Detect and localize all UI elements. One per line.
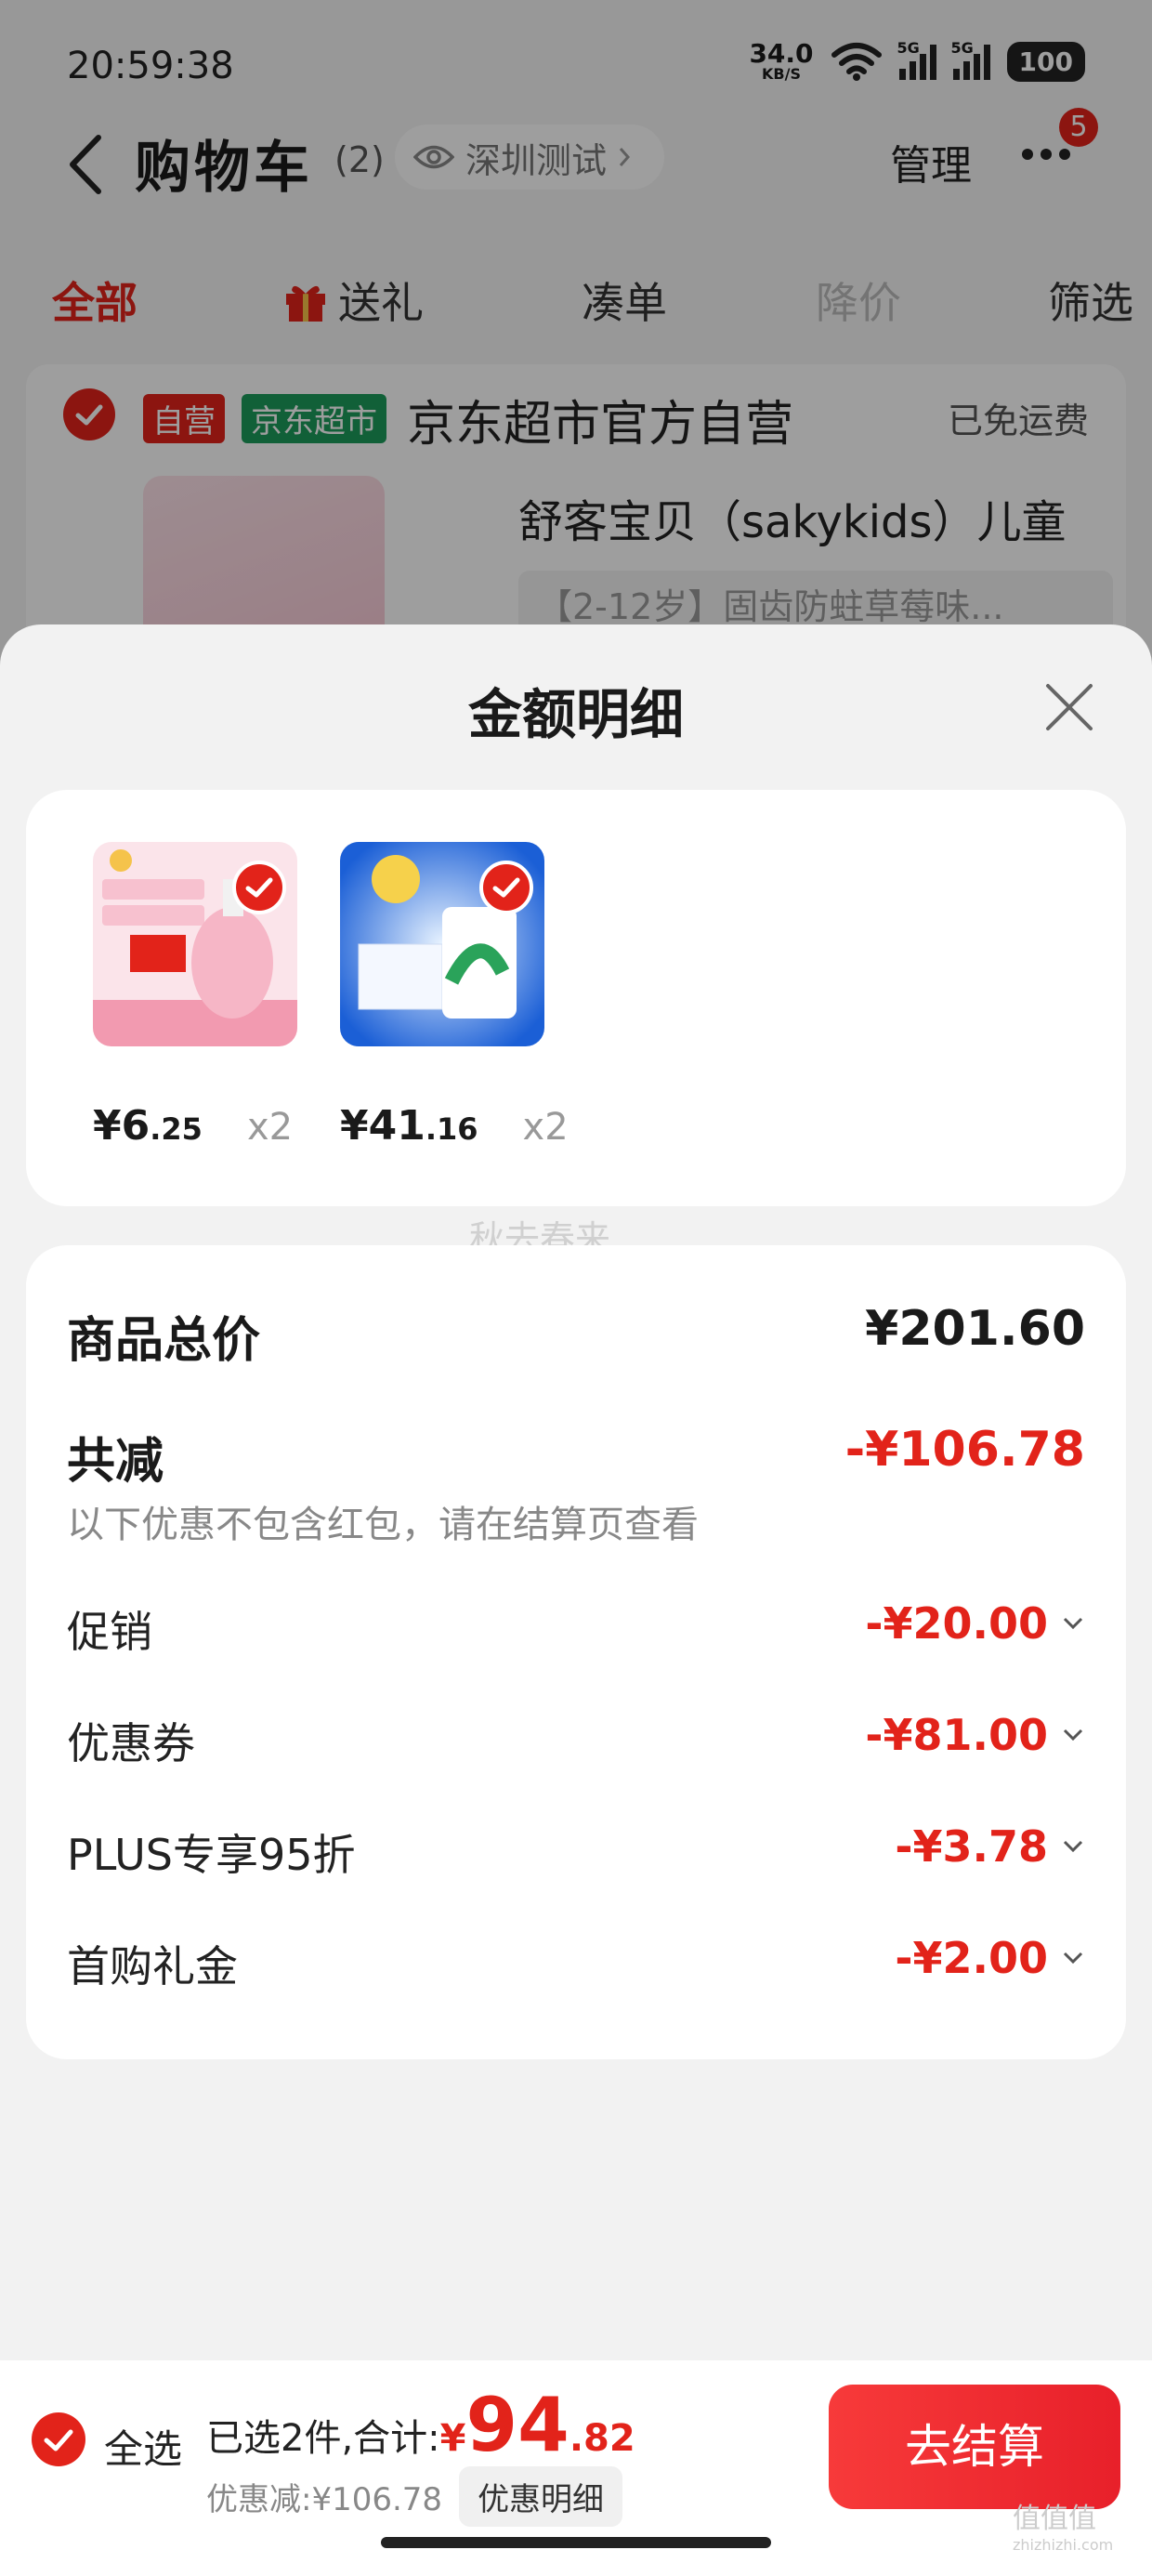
item-price: ¥ 6 .25 x2 xyxy=(93,1102,334,1150)
chevron-down-icon[interactable] xyxy=(1061,1837,1085,1856)
select-all-label[interactable]: 全选 xyxy=(104,2418,182,2475)
corner-logo-sub: zhizhizhi.com xyxy=(1013,2536,1114,2554)
item-image-toothpaste xyxy=(93,842,297,1046)
reduce-row: 共减 -¥106.78 xyxy=(67,1422,1085,1490)
total-int: 94 xyxy=(465,2382,569,2468)
detail-row-plus[interactable]: PLUS专享95折 -¥3.78 xyxy=(67,1821,1085,1880)
item-check-icon[interactable] xyxy=(232,861,286,914)
detail-row-coupon[interactable]: 优惠券 -¥81.00 xyxy=(67,1710,1085,1768)
item-price-int: 41 xyxy=(368,1102,425,1150)
selected-text: 已选2件,合计: xyxy=(206,2417,440,2460)
detail-label: PLUS专享95折 xyxy=(67,1830,356,1880)
detail-label: 促销 xyxy=(67,1607,152,1657)
reduce-label: 共减 xyxy=(67,1434,164,1490)
chevron-down-icon[interactable] xyxy=(1061,1614,1085,1633)
detail-label: 首购礼金 xyxy=(67,1941,238,1991)
total-row: 商品总价 ¥201.60 xyxy=(67,1301,1085,1369)
detail-value: -¥3.78 xyxy=(895,1821,1048,1872)
close-icon[interactable] xyxy=(1039,677,1100,738)
home-indicator[interactable] xyxy=(381,2537,771,2548)
detail-value-wrap: -¥2.00 xyxy=(895,1933,1085,1983)
selected-total: 已选2件,合计: ¥ 94 .82 xyxy=(206,2388,635,2463)
detail-value-wrap: -¥81.00 xyxy=(865,1710,1085,1760)
reduce-value: -¥106.78 xyxy=(844,1422,1085,1478)
discount-note: 以下优惠不包含红包，请在结算页查看 xyxy=(67,1504,699,1546)
item-price: ¥ 41 .16 x2 xyxy=(340,1102,582,1150)
total-value: ¥201.60 xyxy=(865,1301,1085,1357)
total-dec: .82 xyxy=(569,2417,635,2460)
item-qty: x2 xyxy=(246,1106,294,1149)
discount-detail-button[interactable]: 优惠明细 xyxy=(459,2466,623,2527)
detail-value-wrap: -¥3.78 xyxy=(895,1821,1085,1872)
item-image-milk xyxy=(340,842,544,1046)
item-check-icon[interactable] xyxy=(479,861,533,914)
selected-items-card: ¥ 6 .25 x2 ¥ 41 .16 x2 xyxy=(26,790,1126,1206)
discount-line: 优惠减:¥106.78 优惠明细 xyxy=(206,2466,623,2527)
item-currency: ¥ xyxy=(93,1102,122,1150)
corner-logo-text: 值值值 xyxy=(1013,2503,1096,2535)
detail-label: 优惠券 xyxy=(67,1718,195,1768)
chevron-down-icon[interactable] xyxy=(1061,1949,1085,1967)
chevron-down-icon[interactable] xyxy=(1061,1726,1085,1744)
price-summary-card: 商品总价 ¥201.60 共减 -¥106.78 以下优惠不包含红包，请在结算页… xyxy=(26,1245,1126,2059)
item-price-dec: .16 xyxy=(425,1111,478,1147)
detail-value: -¥20.00 xyxy=(865,1598,1048,1649)
corner-logo: 值值值 zhizhizhi.com xyxy=(1013,2495,1113,2554)
amount-detail-sheet: 金额明细 ¥ 6 .25 x2 ¥ 41 .16 x2 秋去春来 商品总价 ¥2… xyxy=(0,624,1152,2576)
item-currency: ¥ xyxy=(340,1102,369,1150)
item-card[interactable]: ¥ 41 .16 x2 xyxy=(340,842,569,1150)
checkout-button[interactable]: 去结算 xyxy=(829,2385,1120,2509)
total-label: 商品总价 xyxy=(67,1313,261,1369)
item-price-int: 6 xyxy=(121,1102,151,1150)
detail-row-first-purchase[interactable]: 首购礼金 -¥2.00 xyxy=(67,1933,1085,1991)
detail-value-wrap: -¥20.00 xyxy=(865,1598,1085,1649)
note-row: 以下优惠不包含红包，请在结算页查看 xyxy=(67,1494,1085,1546)
item-card[interactable]: ¥ 6 .25 x2 xyxy=(93,842,297,1150)
select-all-check-icon[interactable] xyxy=(32,2412,85,2466)
discount-text: 优惠减:¥106.78 xyxy=(206,2481,443,2518)
detail-value: -¥2.00 xyxy=(895,1933,1048,1983)
item-qty: x2 xyxy=(522,1106,569,1149)
item-price-dec: .25 xyxy=(150,1111,203,1147)
detail-value: -¥81.00 xyxy=(865,1710,1048,1760)
sheet-title: 金额明细 xyxy=(467,683,684,746)
total-currency: ¥ xyxy=(439,2417,466,2460)
detail-row-promotion[interactable]: 促销 -¥20.00 xyxy=(67,1598,1085,1657)
